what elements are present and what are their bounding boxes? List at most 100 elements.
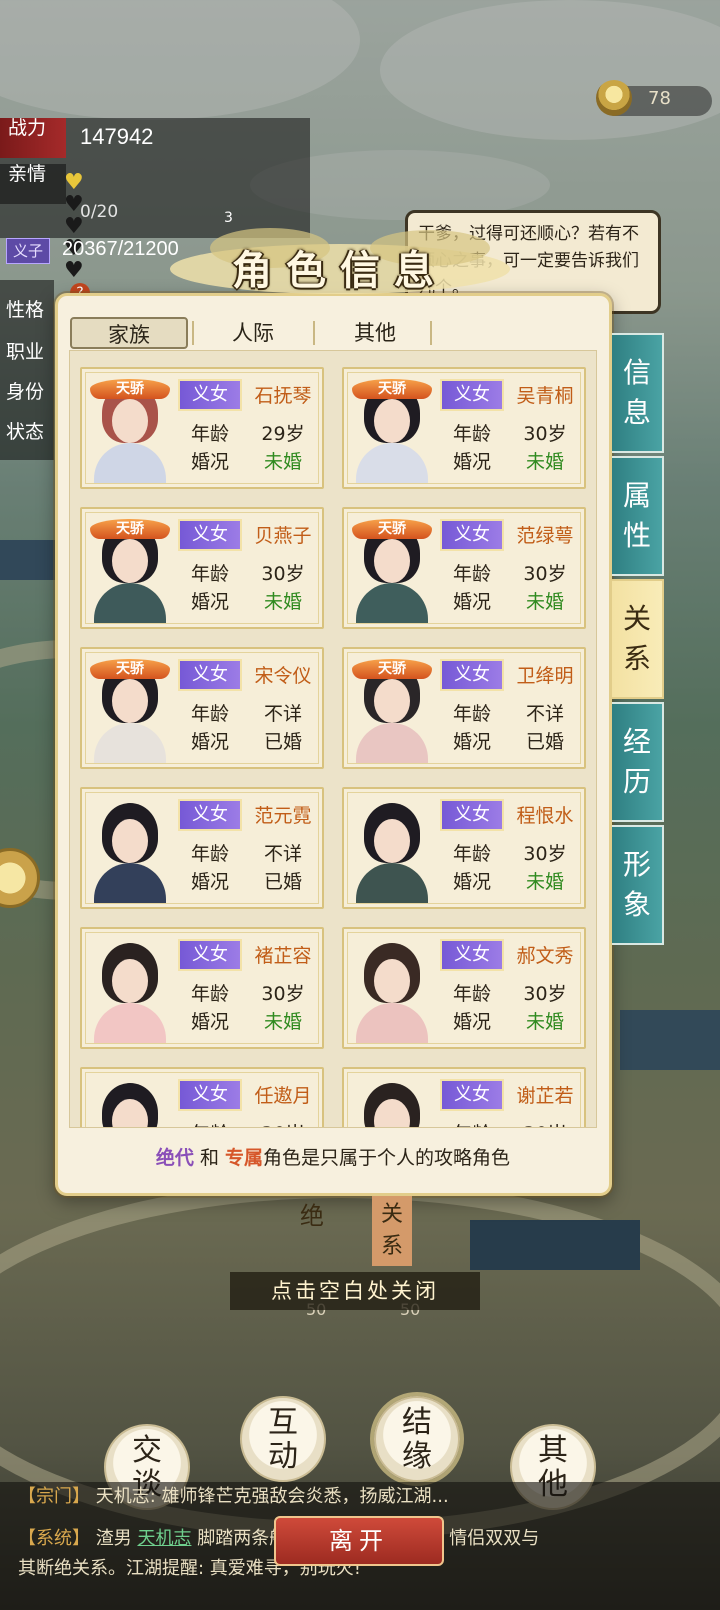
behind-button-right: 关系 bbox=[372, 1196, 412, 1266]
interact-button-label: 互动 bbox=[268, 1405, 298, 1474]
character-portrait: 天骄 bbox=[90, 377, 170, 483]
marital-value: 未婚 bbox=[525, 591, 564, 613]
character-card[interactable]: 天骄 义女 卫绛明 年龄 不详 婚况 已婚 bbox=[342, 647, 586, 769]
behind-button-left: 绝 bbox=[300, 1202, 324, 1230]
character-name: 谢芷若 bbox=[516, 1085, 574, 1107]
interact-button[interactable]: 互动 bbox=[240, 1396, 326, 1482]
godchild-label: 义子 bbox=[6, 238, 50, 264]
age-value: 30岁 bbox=[523, 423, 567, 445]
kinship-label: 亲情 bbox=[0, 164, 66, 204]
character-name: 范元霓 bbox=[254, 805, 312, 827]
character-card[interactable]: 义女任遨月年龄30岁婚况未婚 bbox=[80, 1067, 324, 1127]
tab-social[interactable]: 人际 bbox=[194, 317, 312, 349]
character-portrait bbox=[90, 797, 170, 903]
age-label: 年龄 bbox=[190, 703, 229, 725]
label-identity: 身份 bbox=[6, 381, 45, 403]
character-portrait bbox=[90, 937, 170, 1043]
side-tab-info[interactable]: 信息 bbox=[612, 333, 664, 453]
kinship-progress: 0/20 bbox=[80, 202, 119, 222]
character-name: 任遨月 bbox=[254, 1085, 312, 1107]
leave-button[interactable]: 离开 bbox=[274, 1516, 444, 1566]
character-card[interactable]: 天骄 义女 吴青桐 年龄 30岁 婚况 未婚 bbox=[342, 367, 586, 489]
character-card[interactable]: 义女 郝文秀年龄 30岁婚况 未婚 bbox=[342, 927, 586, 1049]
power-value: 147942 bbox=[80, 124, 154, 149]
currency-value: 78 bbox=[648, 88, 671, 109]
tab-family[interactable]: 家族 bbox=[70, 317, 188, 349]
character-name: 石抚琴 bbox=[254, 385, 312, 407]
side-tab-relations[interactable]: 关系 bbox=[612, 579, 664, 699]
marital-value: 未婚 bbox=[525, 1011, 564, 1033]
character-portrait bbox=[352, 797, 432, 903]
character-name: 贝燕子 bbox=[254, 525, 312, 547]
character-card[interactable]: 天骄 义女 贝燕子 年龄 30岁 婚况 未婚 bbox=[80, 507, 324, 629]
chat-link[interactable]: 天机志 bbox=[137, 1528, 191, 1549]
character-portrait: 天骄 bbox=[352, 657, 432, 763]
marital-label: 婚况 bbox=[190, 1011, 229, 1033]
character-card[interactable]: 义女 程恨水 年龄 30岁 婚况 未婚 bbox=[342, 787, 586, 909]
panel-tabs: 家族 人际 其他 bbox=[70, 317, 440, 349]
marital-label: 婚况 bbox=[190, 731, 229, 753]
marital-label: 婚况 bbox=[452, 871, 491, 893]
side-tab-history[interactable]: 经历 bbox=[612, 702, 664, 822]
character-card[interactable]: 天骄 义女 石抚琴 年龄 29岁 婚况 未婚 bbox=[80, 367, 324, 489]
card-kind-badge: 义女 bbox=[178, 1079, 242, 1111]
tea-bowl-icon bbox=[596, 80, 632, 116]
character-card[interactable]: 义女谢芷若年龄30岁婚况未婚 bbox=[342, 1067, 586, 1127]
chat-line-1: 【宗门】 天机志: 雄师锋芒克强敌会炎悉，扬威江湖... bbox=[18, 1486, 449, 1507]
character-card[interactable]: 天骄 义女 范绿萼 年龄 30岁 婚况 未婚 bbox=[342, 507, 586, 629]
card-kind-badge: 义女 bbox=[440, 939, 504, 971]
age-label: 年龄 bbox=[452, 983, 491, 1005]
heart-empty-icon: ♥ bbox=[64, 258, 84, 283]
label-personality: 性格 bbox=[6, 299, 45, 321]
panel-title: 角色信息 bbox=[232, 247, 448, 294]
age-label: 年龄 bbox=[452, 423, 491, 445]
character-card[interactable]: 义女 褚芷容 年龄 30岁 婚况 未婚 bbox=[80, 927, 324, 1049]
marital-value: 未婚 bbox=[263, 451, 302, 473]
marital-value: 已婚 bbox=[263, 871, 302, 893]
bond-button[interactable]: 结缘 bbox=[374, 1396, 460, 1482]
marital-label: 婚况 bbox=[190, 871, 229, 893]
tab-other[interactable]: 其他 bbox=[316, 317, 434, 349]
marital-value: 未婚 bbox=[525, 451, 564, 473]
age-value: 30岁 bbox=[523, 983, 567, 1005]
age-label: 年龄 bbox=[190, 563, 229, 585]
character-portrait: 天骄 bbox=[352, 377, 432, 483]
power-label: 战力 bbox=[0, 118, 66, 158]
footnote-peerless: 绝代 bbox=[155, 1147, 194, 1169]
marital-label: 婚况 bbox=[452, 451, 491, 473]
character-name: 吴青桐 bbox=[516, 385, 574, 407]
age-label: 年龄 bbox=[452, 843, 491, 865]
side-tab-appearance[interactable]: 形象 bbox=[612, 825, 664, 945]
character-name: 程恨水 bbox=[516, 805, 574, 827]
character-card[interactable]: 义女 范元霓 年龄 不详 婚况 已婚 bbox=[80, 787, 324, 909]
card-kind-badge: 义女 bbox=[178, 379, 242, 411]
character-name: 卫绛明 bbox=[516, 665, 574, 687]
card-kind-badge: 义女 bbox=[178, 939, 242, 971]
age-value: 30岁 bbox=[523, 563, 567, 585]
age-value: 29岁 bbox=[261, 423, 305, 445]
age-value: 30岁 bbox=[506, 1119, 584, 1127]
side-tab-attributes[interactable]: 属性 bbox=[612, 456, 664, 576]
marital-value: 已婚 bbox=[525, 731, 564, 753]
age-value: 不详 bbox=[525, 703, 564, 725]
close-hint[interactable]: 点击空白处关闭 bbox=[230, 1272, 480, 1310]
character-name: 范绿萼 bbox=[516, 525, 574, 547]
marital-value: 未婚 bbox=[525, 871, 564, 893]
character-card[interactable]: 天骄 义女 宋令仪 年龄 不详 婚况 已婚 bbox=[80, 647, 324, 769]
panel-title-banner: 角色信息 bbox=[150, 208, 530, 308]
favorite-badge: 天骄 bbox=[352, 659, 432, 679]
age-value: 30岁 bbox=[261, 983, 305, 1005]
character-list[interactable]: 天骄 义女 石抚琴 年龄 29岁 婚况 未婚 天骄 义女 吴青桐 年龄 30岁 婚况 未婚 天骄 义女 贝燕子年… bbox=[69, 350, 597, 1128]
age-label: 年龄 bbox=[452, 703, 491, 725]
marital-label: 婚况 bbox=[452, 1011, 491, 1033]
footnote-exclusive: 专属 bbox=[225, 1147, 264, 1169]
age-value: 不详 bbox=[263, 703, 302, 725]
character-name: 郝文秀 bbox=[516, 945, 574, 967]
footnote-and: 和 bbox=[193, 1147, 226, 1169]
age-label: 年龄 bbox=[190, 983, 229, 1005]
age-value: 30岁 bbox=[523, 843, 567, 865]
character-portrait bbox=[352, 937, 432, 1043]
label-status: 状态 bbox=[6, 421, 45, 443]
age-label: 年龄 bbox=[440, 1119, 504, 1127]
character-portrait bbox=[352, 1077, 432, 1127]
